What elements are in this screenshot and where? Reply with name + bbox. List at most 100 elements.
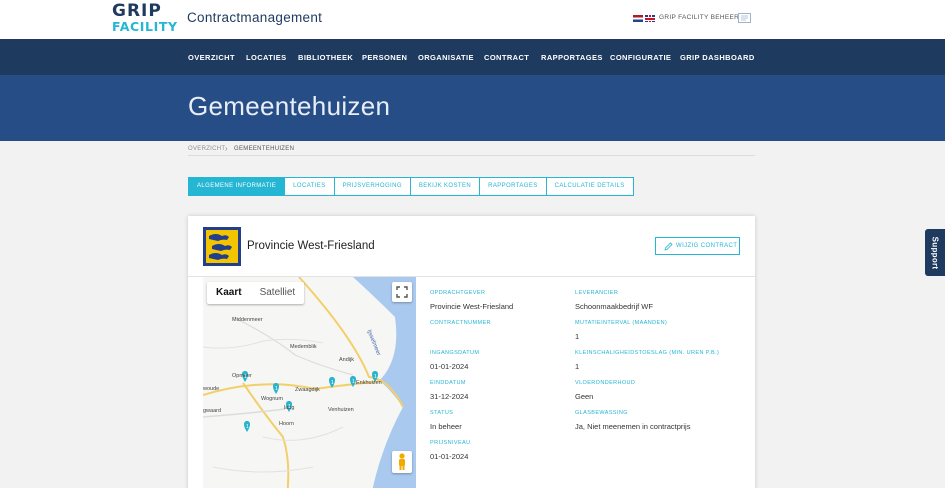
map-marker-label: 1 — [244, 374, 247, 380]
support-label: Support — [930, 236, 940, 269]
field-label: VLOERONDERHOUD — [575, 380, 636, 386]
grip-mini-logo-icon[interactable] — [738, 13, 751, 23]
breadcrumb: OVERZICHT › GEMEENTEHUIZEN — [188, 144, 755, 156]
field-vloeronderhoud: VLOERONDERHOUD Geen — [575, 380, 635, 401]
map-place: Venhuizen — [328, 407, 354, 413]
field-status: STATUS In beheer — [430, 410, 462, 431]
map-place: Zwaagdijk — [295, 387, 320, 393]
nav-rapportages[interactable]: RAPPORTAGES — [541, 53, 603, 62]
map-place: Medemblik — [290, 344, 317, 350]
map-place: Hoorn — [279, 421, 294, 427]
map-marker-label: 1 — [352, 379, 355, 385]
field-leverancier: LEVERANCIER Schoonmaakbedrijf WF — [575, 290, 653, 311]
main-navigation: OVERZICHT LOCATIES BIBLIOTHEEK PERSONEN … — [0, 39, 945, 75]
field-contractnummer: CONTRACTNUMMER — [430, 320, 491, 332]
map-type-control: Kaart Satelliet — [207, 282, 305, 304]
map-place: woude — [203, 386, 220, 392]
tab-calculatie-details[interactable]: CALCULATIE DETAILS — [547, 178, 633, 195]
field-label: CONTRACTNUMMER — [430, 320, 491, 326]
nav-contract[interactable]: CONTRACT — [484, 53, 529, 62]
location-map[interactable]: Middenmeer Medemblik Andijk Opmeer Zwaag… — [203, 277, 416, 488]
edit-contract-label: WIJZIG CONTRACT — [676, 243, 738, 249]
map-marker-label: 1 — [288, 404, 291, 410]
field-prijsniveau: PRIJSNIVEAU 01-01-2024 — [430, 440, 470, 461]
dutch-flag-icon[interactable] — [633, 15, 643, 22]
field-value: 01-01-2024 — [430, 452, 469, 461]
field-label: INGANGSDATUM — [430, 350, 480, 356]
pegman-icon — [399, 453, 405, 470]
field-value: Schoonmaakbedrijf WF — [575, 302, 653, 311]
map-marker-label: 1 — [331, 380, 334, 386]
field-value: Ja, Niet meenemen in contractprijs — [575, 422, 691, 431]
contract-tabs: ALGEMENE INFORMATIE LOCATIES PRIJSVERHOG… — [188, 177, 634, 196]
nav-configuratie[interactable]: CONFIGURATIE — [610, 53, 671, 62]
app-title: Contractmanagement — [187, 10, 323, 25]
map-type-kaart[interactable]: Kaart — [207, 282, 251, 304]
map-place: Andijk — [339, 357, 354, 363]
tab-bekijk-kosten[interactable]: BEKIJK KOSTEN — [411, 178, 481, 195]
map-place: gwaard — [203, 408, 222, 414]
field-label: LEVERANCIER — [575, 290, 619, 296]
nav-overzicht[interactable]: OVERZICHT — [188, 53, 235, 62]
field-label: EINDDATUM — [430, 380, 466, 386]
field-opdrachtgever: OPDRACHTGEVER Provincie West-Friesland — [430, 290, 513, 311]
fullscreen-button[interactable] — [392, 282, 412, 302]
top-header: GRIP FACILITY Contractmanagement GRIP FA… — [0, 0, 945, 39]
breadcrumb-current: GEMEENTEHUIZEN — [234, 146, 295, 152]
field-label: PRIJSNIVEAU — [430, 440, 471, 446]
grip-facility-beheer-link[interactable]: GRIP FACILITY BEHEER — [659, 14, 739, 21]
field-mutatieinterval: MUTATIEINTERVAL (MAANDEN) 1 — [575, 320, 667, 341]
tab-algemene-informatie[interactable]: ALGEMENE INFORMATIE — [189, 178, 286, 195]
support-button[interactable]: Support — [925, 229, 945, 276]
page-hero: Gemeentehuizen — [0, 75, 945, 141]
field-ingangsdatum: INGANGSDATUM 01-01-2024 — [430, 350, 479, 371]
map-place: Middenmeer — [232, 317, 263, 323]
field-kleinschaligheidstoeslag: KLEINSCHALIGHEIDSTOESLAG (MIN. UREN P.B.… — [575, 350, 719, 371]
logo-line-2: FACILITY — [112, 19, 178, 34]
breadcrumb-overzicht[interactable]: OVERZICHT — [188, 146, 225, 152]
field-value: Provincie West-Friesland — [430, 302, 514, 311]
field-value: 01-01-2024 — [430, 362, 469, 371]
field-glasbewassing: GLASBEWASSING Ja, Niet meenemen in contr… — [575, 410, 690, 431]
tab-rapportages[interactable]: RAPPORTAGES — [480, 178, 547, 195]
field-label: GLASBEWASSING — [575, 410, 628, 416]
edit-contract-button[interactable]: WIJZIG CONTRACT — [655, 237, 740, 255]
coat-of-arms-icon — [203, 227, 241, 266]
field-value: 1 — [575, 332, 580, 341]
nav-personen[interactable]: PERSONEN — [362, 53, 407, 62]
tab-locaties[interactable]: LOCATIES — [285, 178, 335, 195]
pencil-icon — [664, 242, 673, 251]
nav-organisatie[interactable]: ORGANISATIE — [418, 53, 474, 62]
uk-flag-icon[interactable] — [645, 15, 655, 22]
nav-locaties[interactable]: LOCATIES — [246, 53, 287, 62]
chevron-right-icon: › — [225, 144, 228, 153]
field-value: In beheer — [430, 422, 462, 431]
map-place: Enkhuizen — [356, 380, 382, 386]
nav-grip-dashboard[interactable]: GRIP DASHBOARD — [680, 53, 755, 62]
page-title: Gemeentehuizen — [188, 91, 391, 121]
map-type-satelliet[interactable]: Satelliet — [251, 282, 305, 304]
tab-prijsverhoging[interactable]: PRIJSVERHOGING — [335, 178, 411, 195]
field-value: Geen — [575, 392, 594, 401]
map-marker-label: 1 — [275, 386, 278, 392]
field-value: 31-12-2024 — [430, 392, 469, 401]
field-label: KLEINSCHALIGHEIDSTOESLAG (MIN. UREN P.B.… — [575, 350, 720, 356]
logo-line-1: GRIP — [112, 1, 162, 21]
fullscreen-icon — [396, 286, 408, 298]
field-label: STATUS — [430, 410, 454, 416]
map-marker-label: 1 — [246, 424, 249, 430]
map-canvas — [203, 277, 416, 488]
map-place: Opmeer — [232, 373, 252, 379]
field-label: OPDRACHTGEVER — [430, 290, 486, 296]
language-switcher — [633, 15, 655, 22]
street-view-pegman-button[interactable] — [392, 451, 412, 473]
card-title: Provincie West-Friesland — [247, 240, 375, 252]
field-label: MUTATIEINTERVAL (MAANDEN) — [575, 320, 668, 326]
card-header: Provincie West-Friesland WIJZIG CONTRACT — [188, 216, 755, 277]
contract-card: Provincie West-Friesland WIJZIG CONTRACT — [188, 216, 755, 488]
map-place: Wognum — [261, 396, 283, 402]
field-einddatum: EINDDATUM 31-12-2024 — [430, 380, 468, 401]
field-value: 1 — [575, 362, 580, 371]
grip-facility-logo[interactable]: GRIP FACILITY — [112, 1, 177, 35]
nav-bibliotheek[interactable]: BIBLIOTHEEK — [298, 53, 353, 62]
